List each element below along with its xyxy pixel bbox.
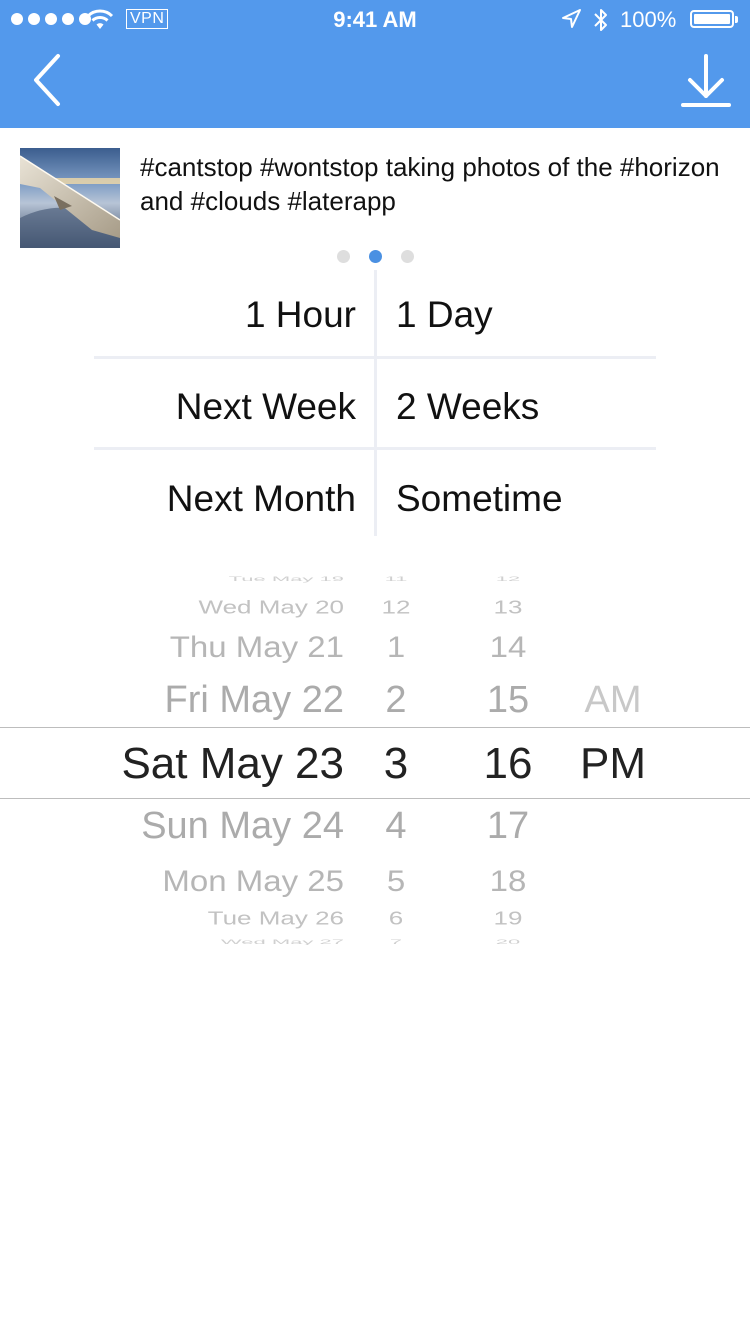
- picker-hour-selected[interactable]: 3: [366, 739, 426, 789]
- picker-hour-option[interactable]: 12: [366, 595, 426, 618]
- picker-date-selected[interactable]: Sat May 23: [40, 739, 344, 789]
- option-next-week[interactable]: Next Week: [94, 362, 356, 450]
- picker-hour-option[interactable]: 7: [366, 938, 426, 945]
- status-bar: VPN 9:41 AM 100%: [0, 0, 750, 40]
- post-thumbnail[interactable]: [20, 148, 120, 248]
- picker-hour-option[interactable]: 1: [366, 628, 426, 663]
- option-next-month[interactable]: Next Month: [94, 454, 356, 542]
- picker-minute-option[interactable]: 18: [468, 862, 548, 897]
- header-bar: VPN 9:41 AM 100%: [0, 0, 750, 128]
- picker-date-option[interactable]: Fri May 22: [40, 678, 344, 722]
- picker-minute-option[interactable]: 15: [468, 678, 548, 722]
- post-caption: #cantstop #wontstop taking photos of the…: [140, 152, 720, 216]
- picker-date-option[interactable]: Mon May 25: [40, 862, 344, 897]
- option-2-weeks[interactable]: 2 Weeks: [396, 362, 656, 450]
- picker-date-option[interactable]: Tue May 26: [40, 906, 344, 929]
- picker-minute-option[interactable]: 12: [468, 575, 548, 583]
- bluetooth-icon: [594, 9, 607, 31]
- picker-minute-option[interactable]: 13: [468, 595, 548, 618]
- picker-hour-option[interactable]: 2: [366, 678, 426, 722]
- date-time-picker[interactable]: Tue May 19 Wed May 20 Thu May 21 Fri May 22…: [0, 575, 750, 945]
- picker-date-option[interactable]: Wed May 20: [40, 595, 344, 618]
- picker-date-option[interactable]: Thu May 21: [40, 628, 344, 663]
- airplane-wing-photo: [20, 148, 120, 248]
- grid-divider: [374, 270, 377, 536]
- picker-meridiem-selected[interactable]: PM: [568, 739, 658, 789]
- picker-minute-option[interactable]: 17: [468, 804, 548, 848]
- picker-minute-option[interactable]: 20: [468, 938, 548, 945]
- picker-minute-option[interactable]: 14: [468, 628, 548, 663]
- chevron-left-icon[interactable]: [28, 52, 68, 108]
- picker-hour-option[interactable]: 4: [366, 804, 426, 848]
- page-dot[interactable]: [400, 250, 414, 263]
- picker-date-option[interactable]: Tue May 19: [40, 575, 344, 583]
- page-dot[interactable]: [336, 250, 350, 263]
- download-icon[interactable]: [680, 52, 732, 110]
- page-indicator: [0, 250, 750, 263]
- option-1-day[interactable]: 1 Day: [396, 270, 656, 358]
- picker-minute-selected[interactable]: 16: [468, 739, 548, 789]
- picker-hour-option[interactable]: 11: [366, 575, 426, 583]
- battery-percent: 100%: [620, 7, 677, 32]
- picker-hour-option[interactable]: 6: [366, 906, 426, 929]
- quick-schedule-options: 1 Hour 1 Day Next Week 2 Weeks Next Mont…: [94, 270, 656, 536]
- picker-minute-option[interactable]: 19: [468, 906, 548, 929]
- battery-icon: [690, 10, 738, 28]
- location-arrow-icon: [562, 9, 581, 28]
- option-sometime[interactable]: Sometime: [396, 454, 656, 542]
- picker-date-option[interactable]: Sun May 24: [40, 804, 344, 848]
- picker-meridiem-option[interactable]: AM: [568, 678, 658, 722]
- picker-date-option[interactable]: Wed May 27: [40, 938, 344, 945]
- page-dot[interactable]: [368, 250, 382, 263]
- option-1-hour[interactable]: 1 Hour: [94, 270, 356, 358]
- picker-hour-option[interactable]: 5: [366, 862, 426, 897]
